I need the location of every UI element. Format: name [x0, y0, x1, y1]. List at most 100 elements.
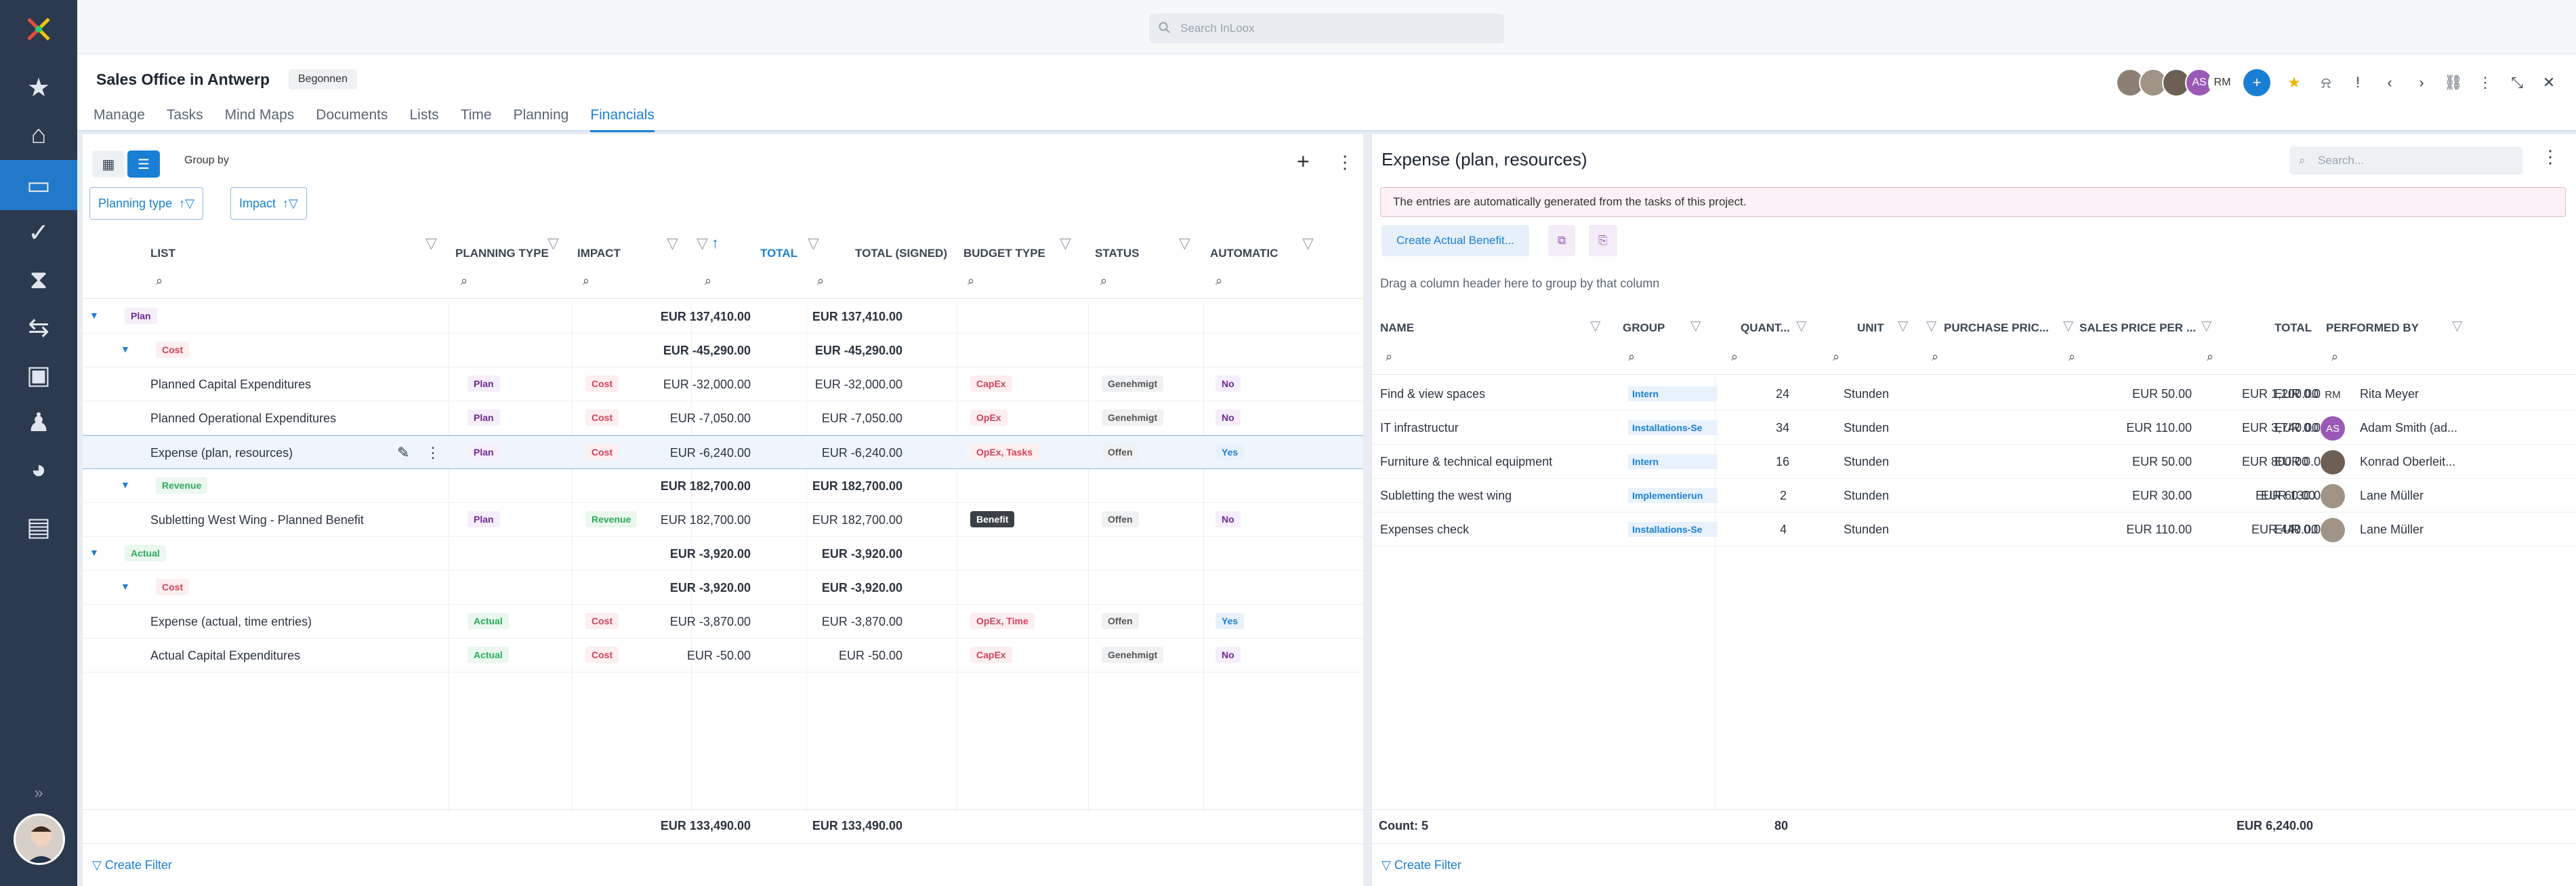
- filter-icon[interactable]: ▽: [425, 235, 437, 252]
- filter-icon[interactable]: ▽: [2063, 317, 2073, 334]
- global-search-input[interactable]: Search InLoox: [1149, 14, 1504, 43]
- collapse-icon[interactable]: ⤡: [2502, 68, 2532, 98]
- filter-icon[interactable]: ▽: [697, 235, 708, 252]
- tab-documents[interactable]: Documents: [316, 104, 388, 132]
- link-icon[interactable]: ⛓: [2438, 68, 2468, 98]
- chevron-down-icon[interactable]: ▼: [89, 310, 99, 321]
- column-search-icon[interactable]: ⌕: [583, 274, 589, 288]
- column-search-icon[interactable]: ⌕: [156, 274, 163, 288]
- tasks-icon[interactable]: ✓: [0, 207, 77, 258]
- add-icon[interactable]: +: [2243, 69, 2270, 96]
- table-row[interactable]: Furniture & technical equipment Intern 1…: [1372, 445, 2576, 479]
- group-row-actual-cost[interactable]: ▼ Cost EUR -3,920.00 EUR -3,920.00: [83, 571, 1363, 605]
- next-icon[interactable]: ›: [2407, 68, 2436, 98]
- column-header-group[interactable]: GROUP: [1623, 321, 1665, 335]
- table-row[interactable]: Subletting West Wing - Planned Benefit P…: [83, 503, 1363, 537]
- column-search-icon[interactable]: ⌕: [1100, 274, 1107, 288]
- user-avatar[interactable]: [14, 813, 65, 865]
- column-header-total[interactable]: TOTAL: [760, 247, 797, 260]
- star-icon[interactable]: ★: [0, 62, 77, 113]
- close-icon[interactable]: ✕: [2534, 68, 2564, 98]
- column-search-icon[interactable]: ⌕: [2331, 350, 2338, 364]
- column-search-icon[interactable]: ⌕: [1731, 350, 1738, 364]
- favorite-star-icon[interactable]: ★: [2279, 68, 2309, 98]
- tab-tasks[interactable]: Tasks: [167, 104, 203, 132]
- column-header-unit[interactable]: UNIT: [1857, 321, 1884, 335]
- tab-mind-maps[interactable]: Mind Maps: [225, 104, 295, 132]
- column-search-icon[interactable]: ⌕: [2207, 350, 2214, 364]
- column-header-total-signed[interactable]: TOTAL (SIGNED): [855, 247, 947, 260]
- table-row[interactable]: Actual Capital Expenditures Actual Cost …: [83, 639, 1363, 672]
- home-icon[interactable]: ⌂: [0, 110, 77, 160]
- column-header-purchase-price[interactable]: PURCHASE PRIC...: [1944, 321, 2049, 335]
- table-row[interactable]: IT infrastructur Installations-Se 34 Stu…: [1372, 411, 2576, 445]
- group-by-button[interactable]: Group by: [184, 155, 229, 167]
- reports-icon[interactable]: ◕: [0, 445, 77, 495]
- filter-icon[interactable]: ▽: [808, 235, 819, 252]
- table-row[interactable]: Find & view spaces Intern 24 Stunden EUR…: [1372, 377, 2576, 411]
- column-header-impact[interactable]: IMPACT: [577, 247, 621, 260]
- expand-nav-icon[interactable]: »: [0, 773, 77, 813]
- column-search-icon[interactable]: ⌕: [817, 274, 824, 288]
- column-header-quantity[interactable]: QUANT...: [1741, 321, 1790, 335]
- filter-icon[interactable]: ▽: [1898, 317, 1908, 334]
- filter-icon[interactable]: ▽: [1590, 317, 1600, 334]
- group-row-plan-cost[interactable]: ▼ Cost EUR -45,290.00 EUR -45,290.00: [83, 334, 1363, 367]
- column-header-status[interactable]: STATUS: [1095, 247, 1139, 260]
- column-header-automatic[interactable]: AUTOMATIC: [1210, 247, 1278, 260]
- grid-view-icon[interactable]: ▦: [92, 150, 125, 178]
- paste-icon[interactable]: ⎘: [1589, 225, 1617, 256]
- previous-icon[interactable]: ‹: [2375, 68, 2405, 98]
- tab-manage[interactable]: Manage: [94, 104, 145, 132]
- table-row[interactable]: Expense (actual, time entries) Actual Co…: [83, 605, 1363, 639]
- filter-icon[interactable]: ▽: [1302, 235, 1314, 252]
- column-search-icon[interactable]: ⌕: [1386, 350, 1392, 364]
- filter-icon[interactable]: ▽: [1796, 317, 1806, 334]
- column-search-icon[interactable]: ⌕: [1932, 350, 1938, 364]
- filter-chip-planning-type[interactable]: Planning type ↑▽: [89, 187, 203, 220]
- column-search-icon[interactable]: ⌕: [705, 274, 711, 288]
- table-row-selected[interactable]: Expense (plan, resources) ✎ ⋮ Plan Cost …: [83, 435, 1363, 469]
- swap-icon[interactable]: ⇆: [0, 302, 77, 353]
- group-row-actual[interactable]: ▼ Actual EUR -3,920.00 EUR -3,920.00: [83, 537, 1363, 571]
- app-logo[interactable]: [24, 15, 53, 43]
- table-row[interactable]: Expenses check Installations-Se 4 Stunde…: [1372, 512, 2576, 546]
- column-search-icon[interactable]: ⌕: [968, 274, 974, 288]
- chevron-down-icon[interactable]: ▼: [121, 344, 130, 355]
- more-icon[interactable]: ⋮: [2541, 146, 2559, 167]
- copy-icon[interactable]: ⧉: [1548, 225, 1576, 256]
- tab-lists[interactable]: Lists: [410, 104, 439, 132]
- sort-ascending-icon[interactable]: ↑: [711, 235, 719, 252]
- detail-search-input[interactable]: ⌕ Search...: [2289, 146, 2522, 175]
- column-header-total[interactable]: TOTAL: [2274, 321, 2312, 335]
- filter-icon[interactable]: ▽: [1179, 235, 1190, 252]
- alert-icon[interactable]: !: [2343, 68, 2373, 98]
- contacts-icon[interactable]: ▣: [0, 350, 77, 400]
- chevron-down-icon[interactable]: ▼: [121, 479, 130, 490]
- column-search-icon[interactable]: ⌕: [2069, 350, 2075, 364]
- group-row-plan-revenue[interactable]: ▼ Revenue EUR 182,700.00 EUR 182,700.00: [83, 469, 1363, 503]
- documents-icon[interactable]: ▤: [0, 502, 77, 552]
- project-status-badge[interactable]: Begonnen: [289, 69, 357, 89]
- user-icon[interactable]: ♟: [0, 397, 77, 447]
- hourglass-icon[interactable]: ⧗: [0, 255, 77, 305]
- column-search-icon[interactable]: ⌕: [1833, 350, 1840, 364]
- column-search-icon[interactable]: ⌕: [461, 274, 468, 288]
- bell-icon[interactable]: ⍾: [2311, 68, 2341, 98]
- create-actual-benefit-button[interactable]: Create Actual Benefit...: [1382, 225, 1529, 256]
- filter-icon[interactable]: ▽: [2201, 317, 2211, 334]
- table-row[interactable]: Subletting the west wing Implementierun …: [1372, 479, 2576, 512]
- filter-icon[interactable]: ▽: [2452, 317, 2462, 334]
- chevron-down-icon[interactable]: ▼: [89, 547, 99, 558]
- column-header-list[interactable]: LIST: [150, 247, 175, 260]
- create-filter-button[interactable]: ▽ Create Filter: [92, 858, 172, 872]
- list-view-icon[interactable]: ☰: [127, 150, 160, 178]
- column-header-performed-by[interactable]: PERFORMED BY: [2326, 321, 2419, 335]
- filter-chip-impact[interactable]: Impact ↑▽: [230, 187, 307, 220]
- add-icon[interactable]: +: [1297, 149, 1310, 174]
- row-more-icon[interactable]: ⋮: [425, 444, 440, 462]
- filter-icon[interactable]: ▽: [547, 235, 559, 252]
- create-filter-button[interactable]: ▽ Create Filter: [1382, 858, 1461, 872]
- tab-planning[interactable]: Planning: [514, 104, 569, 132]
- table-row[interactable]: Planned Capital Expenditures Plan Cost E…: [83, 367, 1363, 401]
